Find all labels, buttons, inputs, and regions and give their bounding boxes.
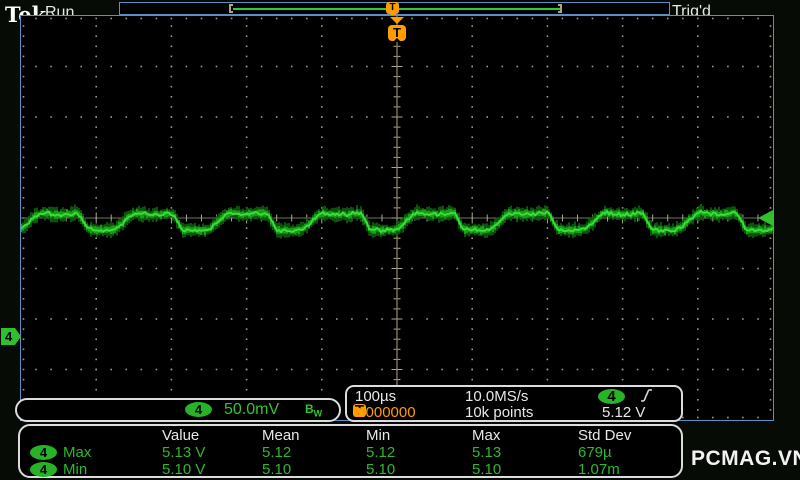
meas-cell: 679µ: [578, 444, 612, 461]
meas-row-label: 4 Max: [30, 444, 162, 461]
meas-header-mean: Mean: [262, 427, 300, 444]
meas-cell: 5.10: [262, 461, 292, 478]
horizontal-trigger-readout-box[interactable]: 100µs 10.0MS/s 4 T→▼0.000000 s 10k point…: [345, 385, 683, 438]
meas-cell: 5.10: [472, 461, 502, 478]
meas-cell: 5.13 V: [162, 444, 206, 461]
record-window-left-bracket: [229, 4, 233, 13]
trigger-position-flag-icon: T: [388, 25, 406, 42]
meas-header-value: Value: [162, 427, 200, 444]
channel4-badge: 4: [185, 402, 212, 417]
measurement-table[interactable]: Value Mean Min Max Std Dev 4 Max 5.13 V 5…: [18, 424, 683, 478]
oscilloscope-screen: Tek Run Trig'd T T 4 4 50.0mV BW 100µs 1…: [0, 0, 800, 480]
record-window-right-bracket: [558, 4, 562, 13]
meas-header-blank: [30, 427, 162, 444]
meas-cell: 5.13: [472, 444, 502, 461]
record-view-bar[interactable]: T: [119, 2, 670, 17]
channel4-readout-box[interactable]: 4 50.0mV BW: [15, 398, 341, 422]
meas-header-min: Min: [366, 427, 391, 444]
meas-cell: 1.07m: [578, 461, 620, 478]
meas-cell: 5.10 V: [162, 461, 206, 478]
channel4-ground-marker[interactable]: 4: [1, 328, 21, 345]
meas-header-max: Max: [472, 427, 501, 444]
record-trigger-position-icon[interactable]: T: [386, 2, 399, 17]
channel4-scale: 50.0mV: [224, 401, 280, 418]
meas-cell: 5.12: [262, 444, 292, 461]
trigger-position-arrow-icon: [390, 17, 404, 24]
channel4-badge: 4: [30, 445, 57, 460]
watermark: PCMAG.VN: [691, 447, 800, 470]
waveform-display: [21, 16, 773, 420]
sample-rate: 10.0MS/s: [465, 388, 529, 405]
trigger-source-badge: 4: [598, 389, 625, 404]
bandwidth-limit-icon: BW: [305, 402, 323, 419]
channel4-badge: 4: [30, 462, 57, 477]
meas-cell: 5.12: [366, 444, 396, 461]
trigger-level-value: 5.12 V: [602, 404, 646, 421]
graticule-area: [20, 15, 774, 421]
meas-row-label: 4 Min: [30, 461, 162, 478]
meas-header-stddev: Std Dev: [578, 427, 632, 444]
trigger-position-marker[interactable]: T: [388, 17, 406, 42]
record-length: 10k points: [465, 404, 534, 421]
meas-cell: 5.10: [366, 461, 396, 478]
